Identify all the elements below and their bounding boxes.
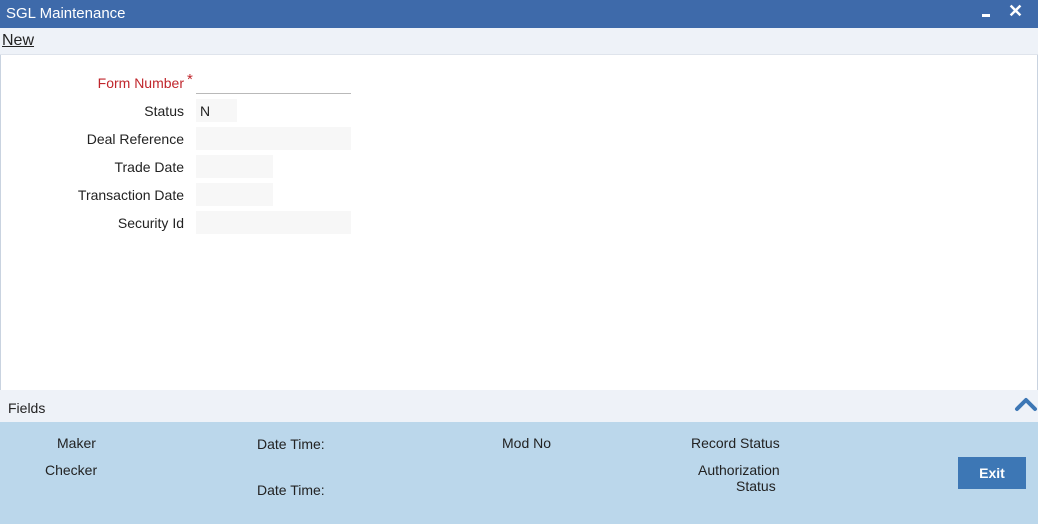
fields-section-bar: Fields <box>0 390 1038 422</box>
deal-reference-field[interactable] <box>196 127 351 150</box>
status-label: Status <box>144 103 184 119</box>
maker-date-time-label: Date Time: <box>257 436 325 452</box>
checker-label: Checker <box>45 462 98 478</box>
form-number-input[interactable] <box>196 71 351 94</box>
transaction-date-field[interactable] <box>196 183 273 206</box>
exit-button[interactable]: Exit <box>958 457 1026 489</box>
trade-date-label: Trade Date <box>114 159 184 175</box>
maker-label: Maker <box>57 435 96 451</box>
deal-reference-row: Deal Reference <box>1 127 401 151</box>
security-id-label: Security Id <box>117 215 184 231</box>
security-id-row: Security Id <box>1 211 401 235</box>
chevron-up-icon[interactable] <box>1013 392 1038 418</box>
form-panel: Form Number * Status Deal Reference Trad… <box>0 55 1038 390</box>
audit-panel: Maker Checker Date Time: Date Time: Mod … <box>0 422 1038 524</box>
required-marker: * <box>187 71 193 88</box>
mod-no-label: Mod No <box>502 435 552 451</box>
window-titlebar: SGL Maintenance ✕ <box>0 0 1038 28</box>
status-field[interactable] <box>196 99 237 122</box>
transaction-date-label: Transaction Date <box>77 187 184 203</box>
minimize-icon[interactable] <box>978 2 994 22</box>
form-number-label: Form Number <box>97 75 184 91</box>
form-number-row: Form Number * <box>1 71 401 95</box>
fields-label: Fields <box>8 400 46 416</box>
close-icon[interactable]: ✕ <box>1008 0 1023 22</box>
authorization-status-label-line2: Status <box>736 478 776 494</box>
window-title: SGL Maintenance <box>6 5 126 22</box>
trade-date-row: Trade Date <box>1 155 401 179</box>
trade-date-field[interactable] <box>196 155 273 178</box>
status-row: Status <box>1 99 401 123</box>
new-link[interactable]: New <box>2 32 34 50</box>
record-status-label: Record Status <box>691 435 780 451</box>
transaction-date-row: Transaction Date <box>1 183 401 207</box>
authorization-status-label-line1: Authorization <box>698 462 780 478</box>
toolbar: New <box>0 28 1038 55</box>
deal-reference-label: Deal Reference <box>86 131 184 147</box>
security-id-field[interactable] <box>196 211 351 234</box>
checker-date-time-label: Date Time: <box>257 482 325 498</box>
